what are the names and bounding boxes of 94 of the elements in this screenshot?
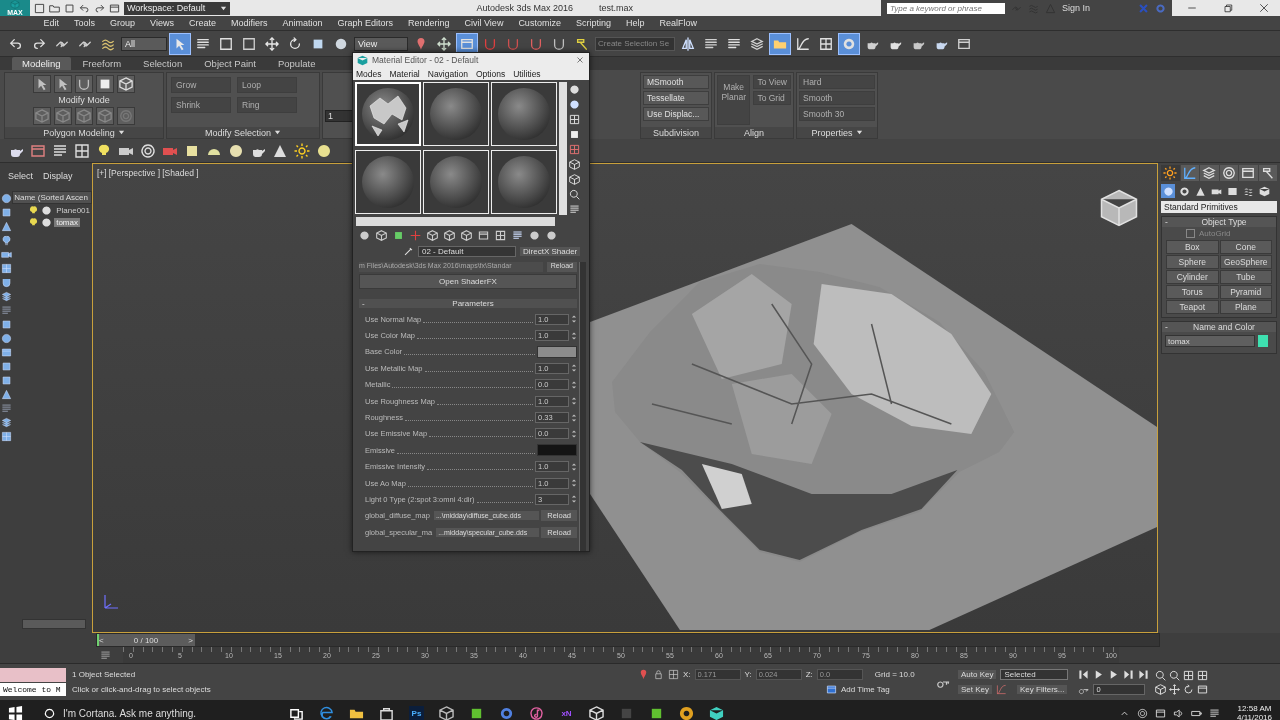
- menu-item[interactable]: Views: [142, 18, 182, 28]
- sign-in-link[interactable]: Sign In: [1062, 3, 1132, 13]
- primitive-button[interactable]: Sphere: [1166, 255, 1219, 269]
- rollout-header[interactable]: - Name and Color: [1162, 322, 1276, 332]
- auto-key-button[interactable]: Auto Key: [958, 670, 997, 679]
- menu-item[interactable]: Graph Editors: [329, 18, 401, 28]
- script-output-field[interactable]: Welcome to M: [0, 683, 66, 696]
- axis-label: Z:: [805, 670, 813, 679]
- rollout-title: Object Type: [1200, 217, 1248, 227]
- window-title: Material Editor - 02 - Default: [372, 55, 479, 65]
- spinner-field[interactable]: 1: [325, 110, 355, 122]
- grid-size-text: Grid = 10.0: [874, 670, 915, 679]
- scene-object-item[interactable]: Plane001: [54, 205, 92, 215]
- menu-item[interactable]: Utilities: [513, 68, 541, 79]
- rollout-header[interactable]: - Parameters: [359, 299, 577, 308]
- reference-coordinate-dropdown[interactable]: View: [354, 36, 408, 51]
- primitive-button[interactable]: Cone: [1219, 240, 1272, 254]
- primitive-button[interactable]: Cylinder: [1166, 270, 1219, 284]
- time-slider-track[interactable]: < 0 / 100 >: [96, 633, 1160, 647]
- workspace-dropdown[interactable]: Workspace: Default: [124, 1, 230, 15]
- menu-item[interactable]: Modes: [356, 68, 382, 79]
- object-name-field[interactable]: tomax: [1165, 335, 1255, 347]
- selection-filter-dropdown[interactable]: All: [121, 36, 167, 51]
- ribbon-tab[interactable]: Populate: [267, 57, 326, 70]
- file-name: test.max: [599, 3, 633, 13]
- primitive-button[interactable]: Torus: [1166, 285, 1219, 299]
- cortana-search-field[interactable]: I'm Cortana. Ask me anything.: [44, 707, 274, 719]
- menu-item[interactable]: Group: [102, 18, 143, 28]
- set-key-button[interactable]: Set Key: [958, 685, 992, 694]
- menu-item[interactable]: Edit: [36, 18, 67, 28]
- ribbon-button[interactable]: Use Displac...: [643, 107, 709, 121]
- ribbon-button[interactable]: MSmooth: [643, 75, 709, 89]
- menu-item[interactable]: Customize: [510, 18, 569, 28]
- collapse-toggle[interactable]: -: [1165, 322, 1175, 332]
- menu-item[interactable]: Tools: [66, 18, 103, 28]
- clock-time[interactable]: 12:58 AM: [1237, 704, 1272, 713]
- rollout-header[interactable]: - Object Type: [1162, 217, 1276, 227]
- app-icon[interactable]: Ps: [409, 705, 424, 720]
- primitive-button[interactable]: GeoSphere: [1219, 255, 1272, 269]
- ribbon-button[interactable]: Tessellate: [643, 91, 709, 105]
- material-name-dropdown[interactable]: 02 - Default: [418, 245, 516, 257]
- menu-item[interactable]: Material: [389, 68, 420, 79]
- panel-title[interactable]: Align: [715, 127, 793, 138]
- collapse-toggle[interactable]: -: [1165, 217, 1175, 227]
- menu-item[interactable]: Navigation: [427, 68, 468, 79]
- menu-item[interactable]: Rendering: [400, 18, 458, 28]
- viewport-label[interactable]: [Perspective ]: [108, 168, 161, 178]
- open-shaderfx-button[interactable]: Open ShaderFX: [359, 274, 577, 289]
- viewport-label[interactable]: [+]: [97, 168, 107, 178]
- key-filters-button[interactable]: Key Filters...: [1017, 685, 1068, 694]
- clock-date[interactable]: 4/11/2016: [1237, 713, 1272, 720]
- scene-object-item[interactable]: tomax: [54, 217, 80, 227]
- menu-item[interactable]: Civil View: [457, 18, 511, 28]
- menu-item[interactable]: Help: [618, 18, 652, 28]
- next-frame-button[interactable]: >: [188, 635, 193, 645]
- key-mode-dropdown[interactable]: Selected: [1000, 669, 1069, 680]
- ribbon-tab[interactable]: Object Paint: [194, 57, 266, 70]
- menu-item[interactable]: Scripting: [568, 18, 619, 28]
- app-icon[interactable]: xN: [559, 705, 574, 720]
- menu-item[interactable]: RealFlow: [651, 18, 705, 28]
- primitive-button[interactable]: Teapot: [1166, 300, 1219, 314]
- panel-title[interactable]: Subdivision: [641, 127, 711, 138]
- named-selection-field[interactable]: Create Selection Se: [595, 36, 675, 51]
- axis-label: X:: [683, 670, 691, 679]
- primitive-button[interactable]: Pyramid: [1219, 285, 1272, 299]
- search-field[interactable]: Type a keyword or phrase: [887, 2, 1005, 14]
- primitive-button[interactable]: Tube: [1219, 270, 1272, 284]
- shader-type-button[interactable]: DirectX Shader: [520, 246, 581, 256]
- selection-status: 1 Object Selected: [72, 670, 137, 679]
- menu-item[interactable]: Options: [475, 68, 506, 79]
- mode-label: Modify Mode: [58, 95, 110, 105]
- axis-label: Y:: [744, 670, 752, 679]
- primitive-type-dropdown[interactable]: Standard Primitives: [1161, 201, 1277, 213]
- column-header[interactable]: Name (Sorted Ascen: [12, 191, 92, 204]
- prompt-text: Click or click-and-drag to select objects: [72, 685, 212, 694]
- frame-reading: 0 / 100: [133, 635, 159, 645]
- frame-range-button[interactable]: < 0 / 100 >: [97, 634, 195, 646]
- collapse-toggle[interactable]: -: [362, 299, 372, 308]
- menu-item[interactable]: Create: [181, 18, 224, 28]
- explorer-tab[interactable]: Display: [43, 171, 73, 181]
- explorer-tab[interactable]: Select: [8, 171, 33, 181]
- menu-item[interactable]: Animation: [274, 18, 330, 28]
- rollout-title: Name and Color: [1192, 322, 1256, 332]
- window-title: Autodesk 3ds Max 2016: [476, 3, 573, 13]
- viewport-label[interactable]: [Shaded ]: [162, 168, 199, 178]
- ribbon-tab[interactable]: Freeform: [72, 57, 132, 70]
- add-time-tag-button[interactable]: Add Time Tag: [841, 685, 890, 694]
- rollout-title: Parameters: [451, 299, 495, 308]
- previous-frame-button[interactable]: <: [99, 635, 104, 645]
- ribbon-tab[interactable]: Selection: [133, 57, 193, 70]
- menu-item[interactable]: Modifiers: [223, 18, 275, 28]
- primitive-button[interactable]: Box: [1166, 240, 1219, 254]
- ribbon-tab[interactable]: Modeling: [12, 57, 71, 70]
- primitive-button[interactable]: Plane: [1219, 300, 1272, 314]
